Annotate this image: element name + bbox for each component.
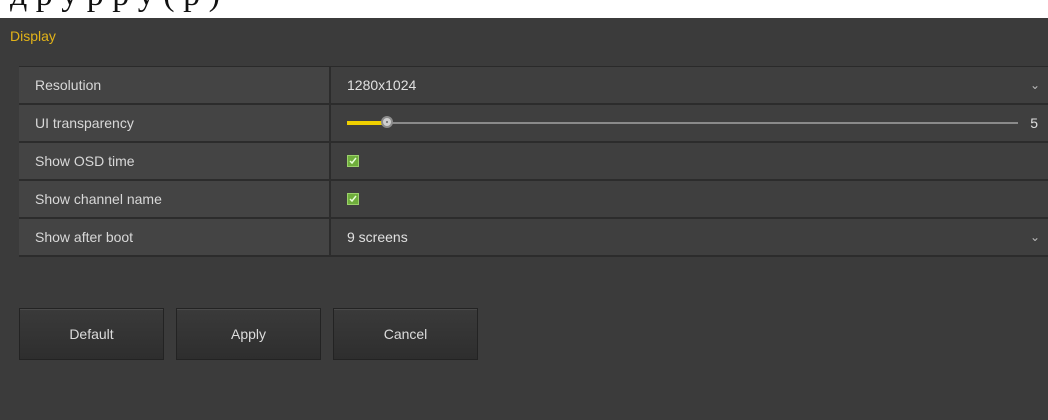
- chevron-down-icon[interactable]: ⌄: [1030, 67, 1040, 103]
- action-buttons: Default Apply Cancel: [19, 308, 490, 360]
- show-osd-time-checkbox[interactable]: [347, 155, 359, 167]
- resolution-label: Resolution: [19, 67, 331, 103]
- ui-transparency-cell: 5: [331, 105, 1048, 141]
- cancel-button[interactable]: Cancel: [333, 308, 478, 360]
- document-caption-strip: д р у р р у ( р ): [0, 0, 1048, 18]
- settings-row-show-after-boot: Show after boot 9 screens ⌄: [19, 219, 1048, 257]
- document-caption: д р у р р у ( р ): [10, 0, 220, 12]
- apply-button[interactable]: Apply: [176, 308, 321, 360]
- show-channel-name-label: Show channel name: [19, 181, 331, 217]
- slider-handle[interactable]: [381, 116, 393, 128]
- default-button[interactable]: Default: [19, 308, 164, 360]
- show-channel-name-cell: [331, 181, 1048, 217]
- display-settings-panel: Display Resolution 1280x1024 ⌄ UI transp…: [0, 18, 1048, 420]
- section-title: Display: [10, 28, 56, 44]
- settings-row-show-channel-name: Show channel name: [19, 181, 1048, 219]
- settings-table: Resolution 1280x1024 ⌄ UI transparency 5…: [19, 66, 1048, 257]
- resolution-select[interactable]: 1280x1024 ⌄: [331, 67, 1048, 103]
- show-osd-time-cell: [331, 143, 1048, 179]
- ui-transparency-value: 5: [1030, 115, 1038, 131]
- ui-transparency-label: UI transparency: [19, 105, 331, 141]
- settings-row-resolution: Resolution 1280x1024 ⌄: [19, 67, 1048, 105]
- check-icon: [349, 195, 357, 203]
- resolution-value: 1280x1024: [347, 77, 417, 93]
- chevron-down-icon[interactable]: ⌄: [1030, 219, 1040, 255]
- settings-row-show-osd-time: Show OSD time: [19, 143, 1048, 181]
- ui-transparency-slider[interactable]: [347, 105, 1018, 141]
- settings-row-ui-transparency: UI transparency 5: [19, 105, 1048, 143]
- show-after-boot-value: 9 screens: [347, 229, 408, 245]
- slider-track[interactable]: [347, 122, 1018, 124]
- show-after-boot-select[interactable]: 9 screens ⌄: [331, 219, 1048, 255]
- check-icon: [349, 157, 357, 165]
- show-after-boot-label: Show after boot: [19, 219, 331, 255]
- show-osd-time-label: Show OSD time: [19, 143, 331, 179]
- show-channel-name-checkbox[interactable]: [347, 193, 359, 205]
